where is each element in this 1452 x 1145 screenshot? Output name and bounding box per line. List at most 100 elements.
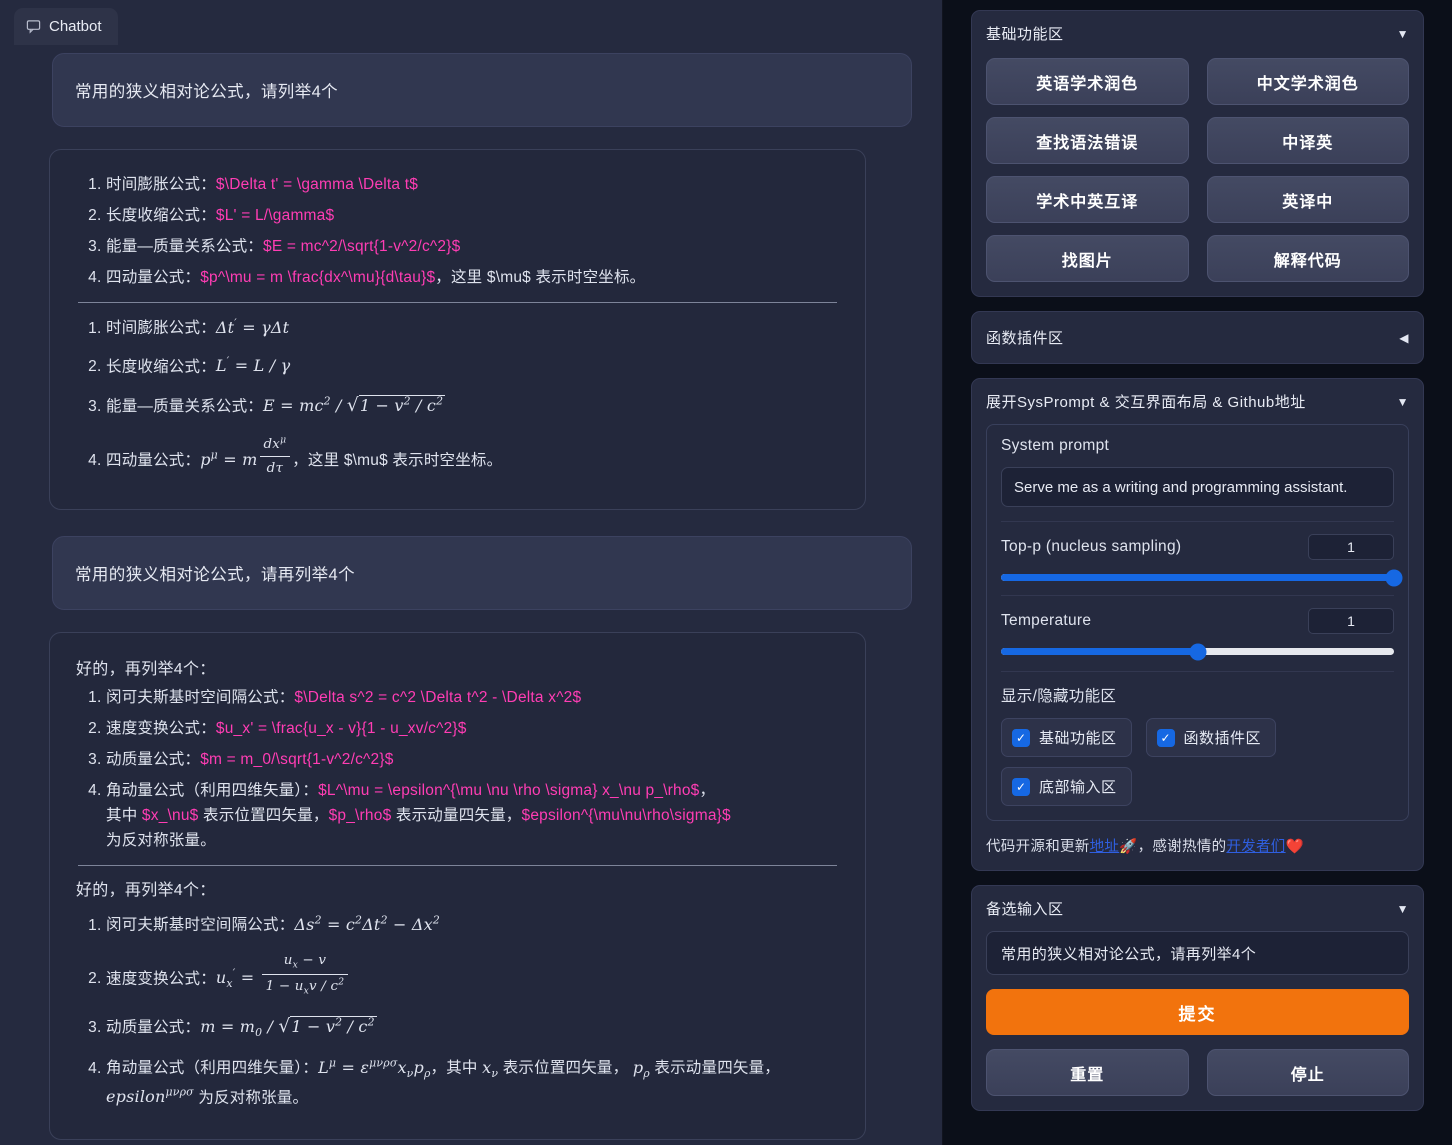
system-prompt-label: System prompt: [1001, 437, 1394, 455]
list-item: 四动量公式：$p^\mu = m \frac{dx^\mu}{d\tau}$，这…: [106, 265, 843, 290]
fn-button-find-grammar-errors[interactable]: 查找语法错误: [986, 117, 1189, 164]
credit-mid: ，感谢热情的: [1138, 839, 1227, 855]
visibility-block: 显示/隐藏功能区 ✓ 基础功能区 ✓ 函数插件区 ✓ 底部输入区: [1001, 671, 1394, 806]
formula-latex: $L^\mu = \epsilon^{\mu \nu \rho \sigma} …: [318, 782, 699, 799]
reset-button[interactable]: 重置: [986, 1049, 1189, 1096]
tab-chatbot[interactable]: Chatbot: [14, 8, 118, 45]
check-icon: ✓: [1012, 729, 1030, 747]
alt-input-panel: 备选输入区 ▼ 提交 重置 停止: [971, 885, 1424, 1111]
raw-latex-list: 时间膨胀公式：$\Delta t' = \gamma \Delta t$ 长度收…: [106, 172, 843, 290]
list-item: 角动量公式（利用四维矢量）：$L^\mu = \epsilon^{\mu \nu…: [106, 778, 843, 853]
formula-latex: $x_\nu$: [142, 807, 199, 824]
formula-label: 长度收缩公式：: [106, 207, 216, 224]
credit-repo-link[interactable]: 地址: [1090, 839, 1120, 855]
checkbox-bottom-input[interactable]: ✓ 底部输入区: [1001, 767, 1132, 806]
formula-label: 动质量公式：: [106, 1019, 200, 1036]
formula-cont: 表示动量四矢量，: [391, 807, 521, 824]
fn-button-english-polish[interactable]: 英语学术润色: [986, 58, 1189, 105]
checkbox-plugin-area[interactable]: ✓ 函数插件区: [1146, 718, 1277, 757]
formula-cont: ，其中: [431, 1060, 478, 1077]
plugin-panel-header[interactable]: 函数插件区 ◀: [986, 325, 1409, 350]
temperature-slider[interactable]: [1001, 648, 1394, 655]
list-item: 长度收缩公式：L′ = L / γ: [106, 352, 843, 380]
checkbox-basic-function[interactable]: ✓ 基础功能区: [1001, 718, 1132, 757]
visibility-label: 显示/隐藏功能区: [1001, 684, 1394, 706]
bot-intro: 好的，再列举4个：: [76, 655, 843, 679]
app-root: Chatbot 常用的狭义相对论公式，请列举4个 时间膨胀公式：$\Delta …: [0, 0, 1452, 1145]
heart-icon: ❤️: [1286, 839, 1304, 855]
fn-button-chinese-polish[interactable]: 中文学术润色: [1207, 58, 1410, 105]
sysprompt-panel: 展开SysPrompt & 交互界面布局 & Github地址 ▼ System…: [971, 378, 1424, 871]
topp-slider[interactable]: [1001, 574, 1394, 581]
formula-latex: $\Delta t' = \gamma \Delta t$: [216, 176, 418, 193]
rendered-math: Lμ = εμνρσxνpρ: [318, 1058, 430, 1077]
formula-label: 能量—质量关系公式：: [106, 398, 263, 415]
list-item: 长度收缩公式：$L' = L/\gamma$: [106, 203, 843, 228]
fn-button-find-image[interactable]: 找图片: [986, 235, 1189, 282]
alt-input-field[interactable]: [986, 931, 1409, 975]
alt-input-header[interactable]: 备选输入区 ▼: [986, 898, 1409, 919]
user-message: 常用的狭义相对论公式，请列举4个: [52, 53, 912, 127]
rendered-math-list: 闵可夫斯基时空间隔公式：Δs2 = c2Δt2 − Δx2 速度变换公式：ux′…: [106, 910, 843, 1111]
list-item: 闵可夫斯基时空间隔公式：Δs2 = c2Δt2 − Δx2: [106, 910, 843, 938]
fn-button-explain-code[interactable]: 解释代码: [1207, 235, 1410, 282]
topp-slider-knob[interactable]: [1386, 569, 1403, 586]
topp-value[interactable]: 1: [1308, 534, 1394, 560]
formula-label: 时间膨胀公式：: [106, 320, 216, 337]
formula-tail: ，这里 $\mu$ 表示时空坐标。: [292, 452, 502, 469]
formula-latex: $epsilon^{\mu\nu\rho\sigma}$: [522, 807, 731, 824]
temperature-slider-knob[interactable]: [1189, 643, 1206, 660]
list-item: 角动量公式（利用四维矢量）：Lμ = εμνρσxνpρ，其中 xν 表示位置四…: [106, 1053, 843, 1111]
formula-label: 四动量公式：: [106, 269, 200, 286]
chat-scroll-area[interactable]: 常用的狭义相对论公式，请列举4个 时间膨胀公式：$\Delta t' = \ga…: [0, 45, 942, 1145]
chevron-left-icon[interactable]: ◀: [1399, 332, 1409, 344]
rocket-icon: 🚀: [1119, 839, 1137, 855]
formula-latex: $L' = L/\gamma$: [216, 207, 334, 224]
alt-input-title: 备选输入区: [986, 898, 1064, 919]
sysprompt-settings: System prompt Top-p (nucleus sampling) 1…: [986, 424, 1409, 821]
formula-label: 时间膨胀公式：: [106, 176, 216, 193]
formula-label: 闵可夫斯基时空间隔公式：: [106, 917, 294, 934]
stop-button[interactable]: 停止: [1207, 1049, 1410, 1096]
submit-button[interactable]: 提交: [986, 989, 1409, 1035]
sysprompt-panel-header[interactable]: 展开SysPrompt & 交互界面布局 & Github地址 ▼: [986, 391, 1409, 412]
chat-panel: Chatbot 常用的狭义相对论公式，请列举4个 时间膨胀公式：$\Delta …: [0, 0, 943, 1145]
chevron-down-icon[interactable]: ▼: [1397, 396, 1409, 408]
list-item: 能量—质量关系公式：$E = mc^2/\sqrt{1-v^2/c^2}$: [106, 234, 843, 259]
list-item: 能量—质量关系公式：E = mc2 / √1 − v2 / c2: [106, 390, 843, 422]
sidebar: 基础功能区 ▼ 英语学术润色 中文学术润色 查找语法错误 中译英 学术中英互译 …: [955, 0, 1452, 1145]
system-prompt-input[interactable]: [1001, 467, 1394, 507]
fn-button-academic-cn-en[interactable]: 学术中英互译: [986, 176, 1189, 223]
chevron-down-icon[interactable]: ▼: [1397, 903, 1409, 915]
credit-developers-link[interactable]: 开发者们: [1226, 839, 1285, 855]
fn-button-en-to-cn[interactable]: 英译中: [1207, 176, 1410, 223]
rendered-math: pμ = mdxμdτ: [200, 450, 292, 469]
temperature-value[interactable]: 1: [1308, 608, 1394, 634]
basic-function-title: 基础功能区: [986, 23, 1064, 44]
user-message-text: 常用的狭义相对论公式，请列举4个: [75, 83, 338, 101]
chevron-down-icon[interactable]: ▼: [1397, 28, 1409, 40]
rendered-math: ux′ = ux − v1 − uxv / c2: [216, 968, 350, 987]
list-item: 四动量公式：pμ = mdxμdτ，这里 $\mu$ 表示时空坐标。: [106, 433, 843, 481]
topp-label: Top-p (nucleus sampling): [1001, 538, 1181, 556]
checkbox-label: 底部输入区: [1039, 776, 1117, 797]
plugin-panel[interactable]: 函数插件区 ◀: [971, 311, 1424, 364]
list-item: 速度变换公式：$u_x' = \frac{u_x - v}{1 - u_xv/c…: [106, 716, 843, 741]
list-item: 动质量公式：$m = m_0/\sqrt{1-v^2/c^2}$: [106, 747, 843, 772]
rendered-math: pρ: [633, 1058, 650, 1077]
formula-latex: $E = mc^2/\sqrt{1-v^2/c^2}$: [263, 238, 460, 255]
list-item: 时间膨胀公式：$\Delta t' = \gamma \Delta t$: [106, 172, 843, 197]
action-button-row: 重置 停止: [986, 1049, 1409, 1096]
formula-label: 速度变换公式：: [106, 970, 216, 987]
credit-line: 代码开源和更新地址🚀，感谢热情的开发者们❤️: [986, 835, 1409, 856]
formula-latex: $\Delta s^2 = c^2 \Delta t^2 - \Delta x^…: [294, 689, 581, 706]
credit-prefix: 代码开源和更新: [986, 839, 1090, 855]
basic-function-header[interactable]: 基础功能区 ▼: [986, 23, 1409, 44]
formula-latex: $u_x' = \frac{u_x - v}{1 - u_xv/c^2}$: [216, 720, 467, 737]
fn-button-cn-to-en[interactable]: 中译英: [1207, 117, 1410, 164]
rendered-math-list: 时间膨胀公式：Δt′ = γΔt 长度收缩公式：L′ = L / γ 能量—质量…: [106, 313, 843, 480]
formula-cont: 为反对称张量。: [198, 1089, 308, 1106]
checkbox-label: 基础功能区: [1039, 727, 1117, 748]
raw-latex-list: 闵可夫斯基时空间隔公式：$\Delta s^2 = c^2 \Delta t^2…: [106, 685, 843, 854]
formula-tail: ，这里 $\mu$ 表示时空坐标。: [435, 269, 645, 286]
